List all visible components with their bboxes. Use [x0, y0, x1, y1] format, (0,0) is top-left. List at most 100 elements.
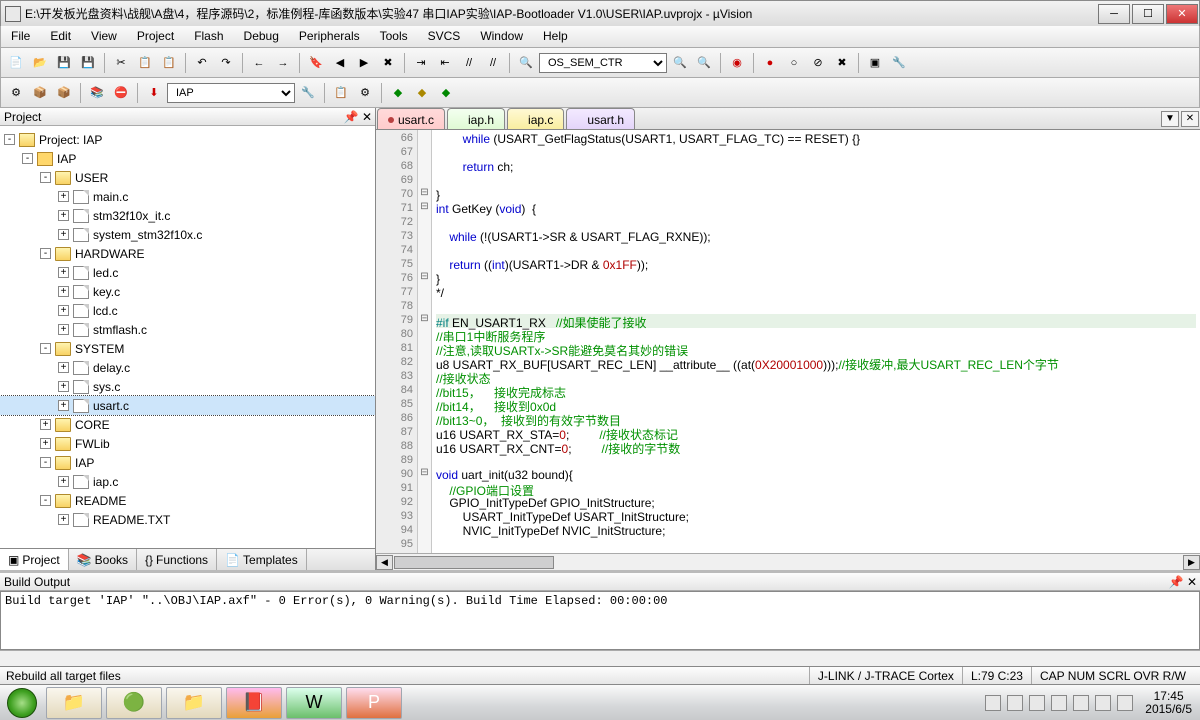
project-tab-project[interactable]: ▣Project [0, 549, 69, 570]
tree-node[interactable]: -HARDWARE [0, 244, 375, 263]
breakpoint-enable-button[interactable]: ○ [783, 52, 805, 74]
tree-node[interactable]: +delay.c [0, 358, 375, 377]
menu-edit[interactable]: Edit [40, 26, 81, 47]
find-combo[interactable]: OS_SEM_CTR [539, 53, 667, 73]
tree-node[interactable]: +lcd.c [0, 301, 375, 320]
nav-back-button[interactable]: ← [248, 52, 270, 74]
tree-node[interactable]: -IAP [0, 149, 375, 168]
bookmark-clear-button[interactable]: ✖ [377, 52, 399, 74]
project-tree[interactable]: -Project: IAP-IAP-USER+main.c+stm32f10x_… [0, 126, 375, 548]
menu-file[interactable]: File [1, 26, 40, 47]
tree-node[interactable]: -USER [0, 168, 375, 187]
cut-button[interactable]: ✂ [110, 52, 132, 74]
menu-window[interactable]: Window [470, 26, 533, 47]
tray-icon[interactable] [1051, 695, 1067, 711]
find-in-files-button[interactable]: 🔍 [669, 52, 691, 74]
breakpoint-insert-button[interactable]: ● [759, 52, 781, 74]
tree-node[interactable]: -SYSTEM [0, 339, 375, 358]
panel-close-icon[interactable]: ✕ [359, 110, 375, 124]
open-file-button[interactable]: 📂 [29, 52, 51, 74]
editor-tab-usart-c[interactable]: usart.c [377, 108, 445, 129]
bookmark-prev-button[interactable]: ◀ [329, 52, 351, 74]
tree-node[interactable]: +usart.c [0, 396, 375, 415]
menu-project[interactable]: Project [127, 26, 184, 47]
tree-node[interactable]: +README.TXT [0, 510, 375, 529]
code-text[interactable]: while (USART_GetFlagStatus(USART1, USART… [432, 130, 1200, 553]
editor-tab-iap-h[interactable]: iap.h [447, 108, 505, 129]
scroll-right-icon[interactable]: ▶ [1183, 555, 1200, 570]
tree-node[interactable]: +led.c [0, 263, 375, 282]
fold-column[interactable]: ⊟⊟⊟⊟⊟ [418, 130, 432, 553]
panel-pin-icon[interactable]: 📌 [1168, 575, 1184, 589]
bookmark-next-button[interactable]: ▶ [353, 52, 375, 74]
tree-node[interactable]: +sys.c [0, 377, 375, 396]
menu-svcs[interactable]: SVCS [418, 26, 471, 47]
code-editor[interactable]: 6667686970717273747576777879808182838485… [376, 130, 1200, 553]
taskbar-app-4[interactable]: 📕 [226, 687, 282, 719]
uncomment-button[interactable]: // [482, 52, 504, 74]
menu-tools[interactable]: Tools [370, 26, 418, 47]
indent-button[interactable]: ⇥ [410, 52, 432, 74]
pack-installer-button[interactable]: ◆ [387, 82, 409, 104]
tray-icon[interactable] [1117, 695, 1133, 711]
editor-tab-iap-c[interactable]: iap.c [507, 108, 564, 129]
bookmark-button[interactable]: 🔖 [305, 52, 327, 74]
build-output-text[interactable]: Build target 'IAP' "..\OBJ\IAP.axf" - 0 … [0, 591, 1200, 650]
build-output-hscrollbar[interactable] [0, 650, 1200, 666]
scroll-left-icon[interactable]: ◀ [376, 555, 393, 570]
window-layout-button[interactable]: ▣ [864, 52, 886, 74]
taskbar-app-1[interactable]: 📁 [46, 687, 102, 719]
build-button[interactable]: 📦 [29, 82, 51, 104]
close-button[interactable]: ✕ [1166, 4, 1198, 24]
taskbar-app-2[interactable]: 🟢 [106, 687, 162, 719]
panel-close-icon[interactable]: ✕ [1184, 575, 1200, 589]
tree-node[interactable]: +FWLib [0, 434, 375, 453]
incremental-find-button[interactable]: 🔍 [693, 52, 715, 74]
editor-dropdown-icon[interactable]: ▼ [1161, 111, 1179, 127]
tray-icon[interactable] [1073, 695, 1089, 711]
configure-button[interactable]: 🔧 [888, 52, 910, 74]
new-file-button[interactable]: 📄 [5, 52, 27, 74]
target-options-button[interactable]: 🔧 [297, 82, 319, 104]
minimize-button[interactable]: ─ [1098, 4, 1130, 24]
tray-clock[interactable]: 17:452015/6/5 [1139, 690, 1198, 716]
redo-button[interactable]: ↷ [215, 52, 237, 74]
editor-hscrollbar[interactable]: ◀ ▶ [376, 553, 1200, 570]
taskbar-app-3[interactable]: 📁 [166, 687, 222, 719]
taskbar-app-5[interactable]: W [286, 687, 342, 719]
tray-icon[interactable] [1095, 695, 1111, 711]
maximize-button[interactable]: ☐ [1132, 4, 1164, 24]
editor-tab-usart-h[interactable]: usart.h [566, 108, 635, 129]
breakpoint-disable-button[interactable]: ⊘ [807, 52, 829, 74]
tree-node[interactable]: +key.c [0, 282, 375, 301]
project-tab-functions[interactable]: {}Functions [137, 549, 217, 570]
tree-node[interactable]: -README [0, 491, 375, 510]
copy-button[interactable]: 📋 [134, 52, 156, 74]
comment-button[interactable]: // [458, 52, 480, 74]
tray-icon[interactable] [985, 695, 1001, 711]
taskbar-app-6[interactable]: P [346, 687, 402, 719]
menu-peripherals[interactable]: Peripherals [289, 26, 370, 47]
debug-button[interactable]: ◉ [726, 52, 748, 74]
save-button[interactable]: 💾 [53, 52, 75, 74]
project-tab-books[interactable]: 📚Books [69, 549, 137, 570]
tray-icon[interactable] [1007, 695, 1023, 711]
paste-button[interactable]: 📋 [158, 52, 180, 74]
tree-node[interactable]: +CORE [0, 415, 375, 434]
menu-view[interactable]: View [81, 26, 127, 47]
tree-node[interactable]: +stmflash.c [0, 320, 375, 339]
undo-button[interactable]: ↶ [191, 52, 213, 74]
menu-help[interactable]: Help [533, 26, 578, 47]
tree-node[interactable]: -Project: IAP [0, 130, 375, 149]
select-pack-button[interactable]: ◆ [435, 82, 457, 104]
find-button[interactable]: 🔍 [515, 52, 537, 74]
nav-forward-button[interactable]: → [272, 52, 294, 74]
rebuild-button[interactable]: 📦 [53, 82, 75, 104]
target-select[interactable]: IAP [167, 83, 295, 103]
tree-node[interactable]: -IAP [0, 453, 375, 472]
translate-button[interactable]: ⚙ [5, 82, 27, 104]
tree-node[interactable]: +system_stm32f10x.c [0, 225, 375, 244]
panel-pin-icon[interactable]: 📌 [343, 110, 359, 124]
breakpoint-kill-button[interactable]: ✖ [831, 52, 853, 74]
stop-build-button[interactable]: ⛔ [110, 82, 132, 104]
